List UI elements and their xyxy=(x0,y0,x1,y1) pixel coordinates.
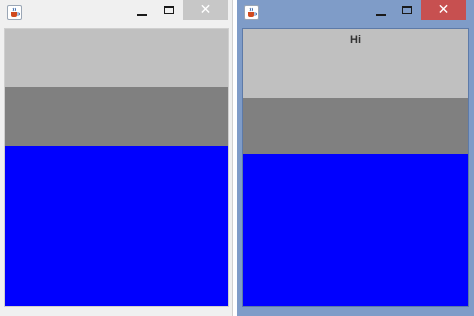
maximize-button[interactable] xyxy=(395,0,419,20)
top-panel xyxy=(5,29,228,87)
close-button[interactable]: ✕ xyxy=(183,0,228,20)
top-panel: Hi xyxy=(243,29,468,98)
left-window-content xyxy=(4,28,229,307)
right-window-titlebar[interactable]: ✕ xyxy=(237,0,474,26)
java-cup-icon[interactable] xyxy=(7,5,22,20)
left-window-titlebar[interactable]: ✕ xyxy=(0,0,232,26)
left-window: ✕ xyxy=(0,0,233,316)
right-window-content: Hi xyxy=(242,28,469,307)
maximize-icon xyxy=(402,6,412,14)
minimize-icon xyxy=(376,14,386,16)
minimize-icon xyxy=(137,14,147,16)
bottom-panel xyxy=(243,154,468,306)
maximize-icon xyxy=(164,6,174,14)
close-icon: ✕ xyxy=(437,2,450,18)
middle-panel xyxy=(5,87,228,146)
minimize-button[interactable] xyxy=(130,0,154,20)
close-icon: ✕ xyxy=(199,2,212,18)
close-button[interactable]: ✕ xyxy=(421,0,466,20)
maximize-button[interactable] xyxy=(157,0,181,20)
hi-label: Hi xyxy=(350,34,361,46)
minimize-button[interactable] xyxy=(369,0,393,20)
bottom-panel xyxy=(5,146,228,306)
java-cup-icon[interactable] xyxy=(244,5,259,20)
right-window: ✕ Hi xyxy=(237,0,474,316)
middle-panel xyxy=(243,98,468,154)
